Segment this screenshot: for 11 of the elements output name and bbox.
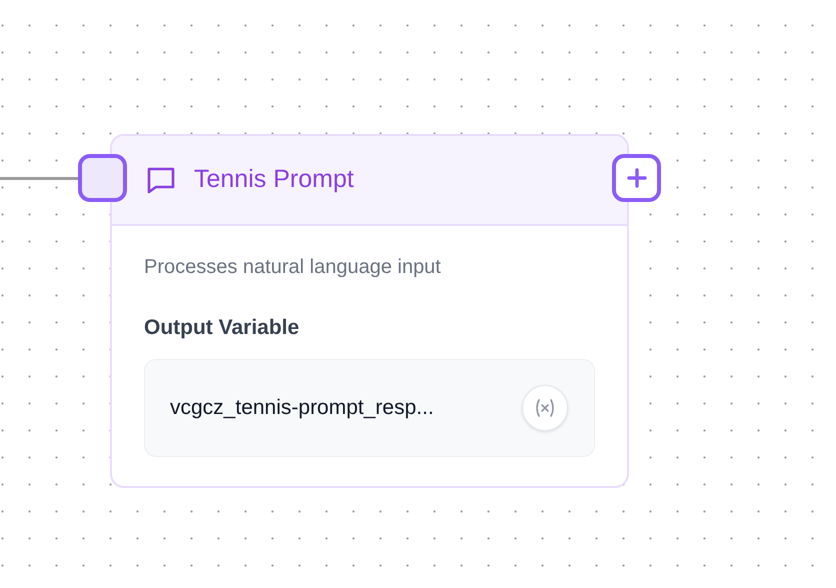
output-label: Output Variable bbox=[144, 316, 300, 340]
output-variable-field[interactable]: vcgcz_tennis-prompt_resp... bbox=[144, 359, 595, 458]
variable-icon bbox=[534, 398, 556, 418]
plus-icon bbox=[626, 168, 646, 188]
add-node-button[interactable] bbox=[612, 154, 661, 202]
node-description: Processes natural language input bbox=[144, 256, 442, 278]
chat-bubble-icon bbox=[146, 166, 176, 194]
variable-button[interactable] bbox=[522, 385, 568, 432]
node-title: Tennis Prompt bbox=[194, 164, 354, 196]
node-card[interactable]: Tennis Prompt Processes natural language input Output Variable vcgcz_tennis-prompt_resp... bbox=[110, 134, 629, 488]
input-handle[interactable] bbox=[78, 154, 127, 202]
